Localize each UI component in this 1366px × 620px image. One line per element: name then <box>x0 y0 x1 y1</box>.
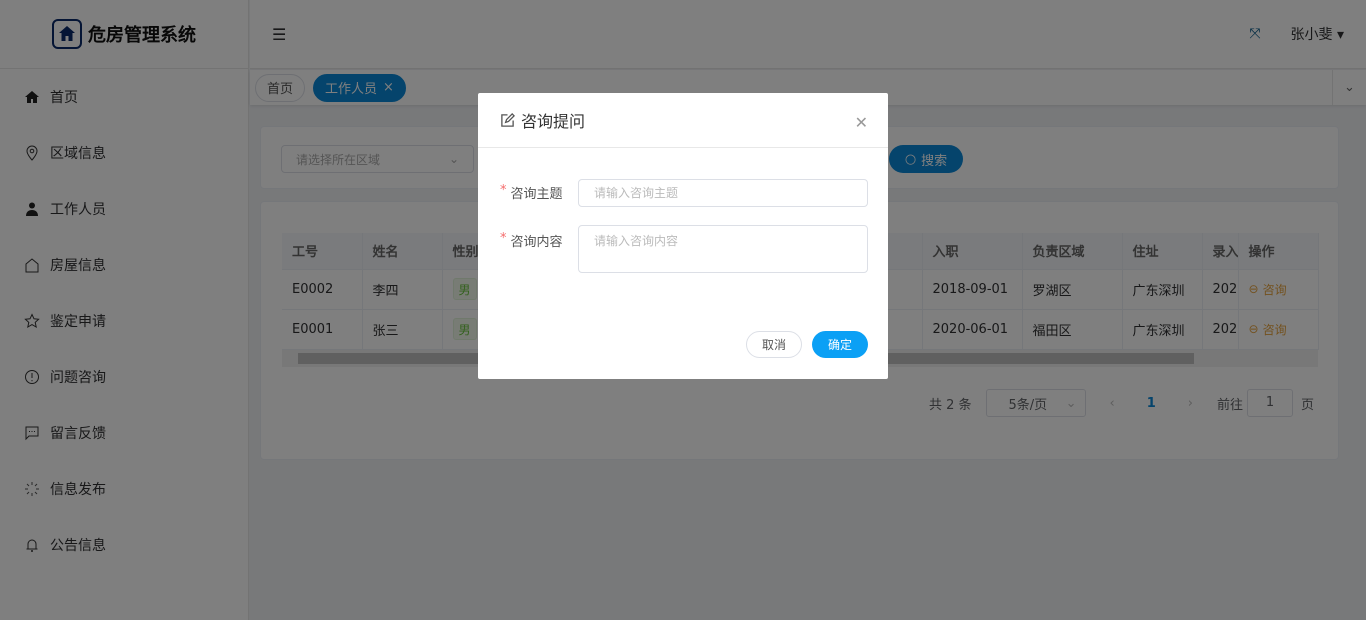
label-text: 咨询内容 <box>510 235 563 250</box>
label-text: 咨询主题 <box>510 187 563 202</box>
content-label: * 咨询内容 <box>500 231 563 250</box>
cancel-button[interactable]: 取消 <box>746 331 802 358</box>
dialog-title: 咨询提问 <box>521 112 586 131</box>
close-icon[interactable]: ✕ <box>855 113 868 132</box>
subject-label: * 咨询主题 <box>500 183 563 202</box>
edit-icon <box>501 112 515 127</box>
subject-input[interactable]: 请输入咨询主题 <box>578 179 868 207</box>
dialog-header: 咨询提问 <box>478 93 888 148</box>
confirm-button[interactable]: 确定 <box>812 331 868 358</box>
consult-dialog: 咨询提问 ✕ * 咨询主题 请输入咨询主题 * 咨询内容 请输入咨询内容 取消 确定 <box>478 93 888 379</box>
content-textarea[interactable]: 请输入咨询内容 <box>578 225 868 273</box>
